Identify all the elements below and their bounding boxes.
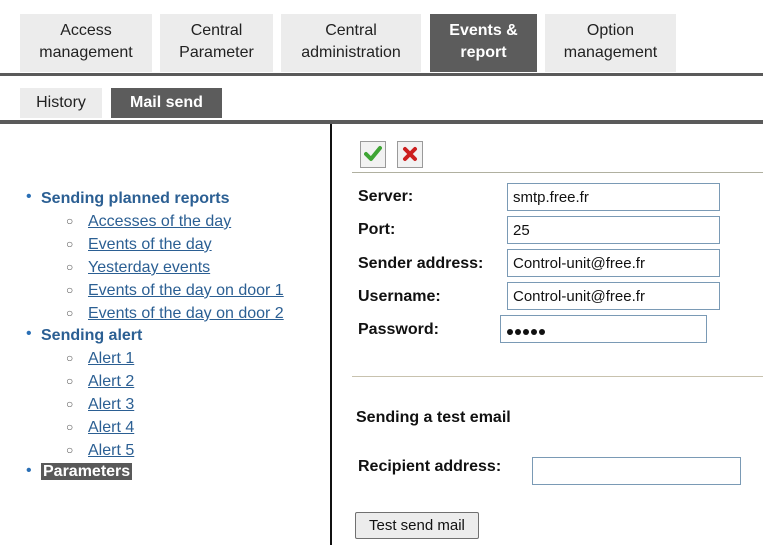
tree-item: ○ Alert 1 [66, 347, 332, 370]
username-input[interactable] [507, 282, 720, 310]
tab-label-line1: Events & [449, 22, 518, 39]
tree-link-events-door-2[interactable]: Events of the day on door 2 [88, 305, 284, 322]
tab-label-line2: management [39, 44, 133, 61]
circle-bullet-icon: ○ [66, 420, 74, 434]
tree-item-parameters[interactable]: Parameters [41, 463, 133, 480]
sub-nav: History Mail send [0, 78, 763, 122]
circle-bullet-icon: ○ [66, 351, 74, 365]
tab-label-line2: management [563, 44, 658, 61]
server-input[interactable] [507, 183, 720, 211]
tree-item: ○ Alert 4 [66, 416, 332, 439]
top-nav-divider [0, 73, 763, 76]
bullet-icon: • [26, 325, 32, 342]
tree-link-events-of-the-day[interactable]: Events of the day [88, 236, 212, 253]
port-label: Port: [358, 221, 396, 238]
tab-label-line1: Central [325, 22, 377, 39]
sub-nav-divider [0, 120, 763, 124]
tree-link-events-door-1[interactable]: Events of the day on door 1 [88, 282, 284, 299]
tree-item: ○ Alert 2 [66, 370, 332, 393]
tab-label-line1: Central [190, 22, 243, 39]
test-send-mail-button[interactable]: Test send mail [355, 512, 479, 539]
sender-address-input[interactable] [507, 249, 720, 277]
bullet-icon: • [26, 188, 32, 205]
circle-bullet-icon: ○ [66, 397, 74, 411]
password-mask [507, 322, 547, 339]
top-nav: Access management Central Parameter Cent… [0, 0, 763, 76]
tab-label-line2: report [460, 44, 507, 61]
tree-item: ○ Alert 5 [66, 439, 332, 462]
circle-bullet-icon: ○ [66, 283, 74, 297]
check-icon [364, 146, 382, 161]
tree-link-alert-5[interactable]: Alert 5 [88, 442, 134, 459]
tree-item: ○ Events of the day on door 1 [66, 279, 332, 302]
subtab-mail-send[interactable]: Mail send [111, 88, 222, 118]
tree-group-sending-alert: • Sending alert ○ Alert 1 ○ Alert 2 ○ Alert… [22, 325, 332, 462]
tab-events-report[interactable]: Events & report [430, 14, 537, 72]
port-input[interactable] [507, 216, 720, 244]
tab-access-management[interactable]: Access management [20, 14, 152, 72]
tree-link-alert-4[interactable]: Alert 4 [88, 419, 134, 436]
tab-option-management[interactable]: Option management [545, 14, 676, 72]
circle-bullet-icon: ○ [66, 214, 74, 228]
tree-link-alert-1[interactable]: Alert 1 [88, 350, 134, 367]
tree-item: ○ Yesterday events [66, 256, 332, 279]
panel-divider [330, 124, 332, 545]
tree-group-planned-reports: • Sending planned reports ○ Accesses of t… [22, 188, 332, 325]
password-input[interactable] [500, 315, 707, 343]
test-email-heading: Sending a test email [356, 409, 511, 426]
circle-bullet-icon: ○ [66, 260, 74, 274]
circle-bullet-icon: ○ [66, 306, 74, 320]
tree-group-parameters: • Parameters [22, 462, 332, 482]
toolbar-divider [352, 172, 763, 173]
mail-tree: • Sending planned reports ○ Accesses of t… [22, 188, 332, 482]
cross-icon [403, 147, 417, 161]
tree-group-title[interactable]: Sending alert [41, 327, 142, 344]
server-label: Server: [358, 188, 414, 205]
tree-link-alert-3[interactable]: Alert 3 [88, 396, 134, 413]
tab-label-line1: Access [60, 22, 112, 39]
tree-group-title[interactable]: Sending planned reports [41, 190, 229, 207]
recipient-address-label: Recipient address: [358, 458, 502, 475]
section-divider [352, 376, 763, 377]
tab-label-line2: Parameter [179, 44, 254, 61]
circle-bullet-icon: ○ [66, 374, 74, 388]
tree-item: ○ Accesses of the day [66, 210, 332, 233]
circle-bullet-icon: ○ [66, 237, 74, 251]
password-label: Password: [358, 321, 439, 338]
tree-item: ○ Events of the day [66, 233, 332, 256]
tree-link-accesses-of-the-day[interactable]: Accesses of the day [88, 213, 231, 230]
sender-address-label: Sender address: [358, 255, 484, 272]
recipient-address-input[interactable] [532, 457, 741, 485]
tab-label-line1: Option [586, 22, 635, 39]
username-label: Username: [358, 288, 441, 305]
tree-link-yesterday-events[interactable]: Yesterday events [88, 259, 210, 276]
tab-central-parameter[interactable]: Central Parameter [160, 14, 273, 72]
tree-link-alert-2[interactable]: Alert 2 [88, 373, 134, 390]
tab-label-line2: administration [301, 44, 401, 61]
confirm-button[interactable] [360, 141, 386, 168]
circle-bullet-icon: ○ [66, 443, 74, 457]
tree-item: ○ Events of the day on door 2 [66, 302, 332, 325]
tree-item: ○ Alert 3 [66, 393, 332, 416]
subtab-history[interactable]: History [20, 88, 102, 118]
bullet-icon: • [26, 462, 32, 479]
tab-central-administration[interactable]: Central administration [281, 14, 421, 72]
cancel-button[interactable] [397, 141, 423, 168]
